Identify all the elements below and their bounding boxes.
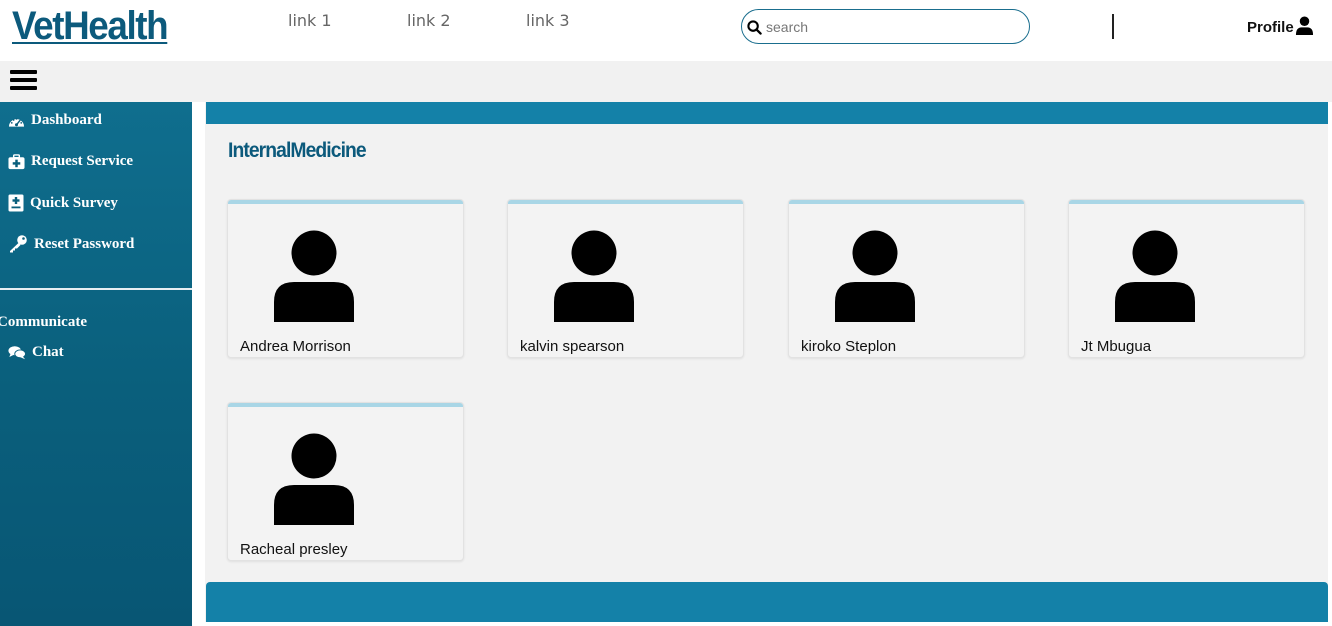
top-header: VetHealth link 1 link 2 link 3 Profile [0, 0, 1332, 61]
footer-bar [206, 582, 1328, 622]
user-icon [1115, 230, 1195, 322]
sidebar-item-label: Reset Password [34, 235, 135, 252]
sidebar-item-label: Quick Survey [30, 194, 118, 211]
user-icon [274, 230, 354, 322]
user-icon [274, 433, 354, 525]
panel-header-bar [206, 102, 1328, 124]
search-icon [747, 20, 762, 35]
sidebar-item-chat[interactable]: Chat [8, 344, 64, 361]
doctor-name: Racheal presley [240, 541, 348, 558]
doctor-card[interactable]: Racheal presley [227, 402, 464, 561]
user-icon [554, 230, 634, 322]
user-icon [835, 230, 915, 322]
sidebar-item-request-service[interactable]: Request Service [8, 153, 133, 170]
nav-link-2[interactable]: link 2 [407, 11, 451, 30]
hamburger-menu-icon[interactable] [10, 68, 37, 93]
sidebar-item-quick-survey[interactable]: Quick Survey [8, 194, 118, 212]
dashboard-icon [8, 117, 25, 127]
search-input[interactable] [766, 16, 1021, 38]
logo-link[interactable]: VetHealth [12, 4, 169, 49]
profile-label: Profile [1247, 19, 1294, 36]
profile-button[interactable]: Profile [1247, 16, 1314, 38]
medkit-icon [8, 153, 25, 169]
sidebar-item-label: Chat [32, 344, 64, 360]
doctor-card[interactable]: kiroko Steplon [788, 199, 1025, 358]
doctor-name: kalvin spearson [520, 338, 625, 355]
doctor-name: Jt Mbugua [1081, 338, 1152, 355]
nav-link-1[interactable]: link 1 [288, 11, 332, 30]
doctor-card[interactable]: Andrea Morrison [227, 199, 464, 358]
sidebar-section-title: Communicate [0, 314, 87, 330]
sidebar-item-label: Request Service [31, 153, 134, 169]
page-title: InternalMedicine [228, 139, 367, 162]
sidebar: Dashboard Request Service Quick Survey R… [0, 102, 192, 626]
search-box [741, 9, 1030, 44]
doctor-name: kiroko Steplon [801, 338, 897, 355]
medical-file-icon [8, 194, 24, 212]
doctor-name: Andrea Morrison [240, 338, 351, 355]
nav-link-3[interactable]: link 3 [526, 11, 570, 30]
chat-icon [8, 346, 26, 360]
sidebar-item-dashboard[interactable]: Dashboard [8, 112, 102, 129]
sidebar-divider [0, 288, 192, 290]
sidebar-item-label: Dashboard [31, 112, 102, 128]
menu-bar [0, 61, 1332, 102]
doctor-card[interactable]: kalvin spearson [507, 199, 744, 358]
user-icon [1295, 16, 1313, 36]
header-divider [1112, 14, 1114, 39]
sidebar-item-reset-password[interactable]: Reset Password [8, 235, 134, 253]
doctor-card[interactable]: Jt Mbugua [1068, 199, 1305, 358]
key-icon [10, 235, 27, 253]
